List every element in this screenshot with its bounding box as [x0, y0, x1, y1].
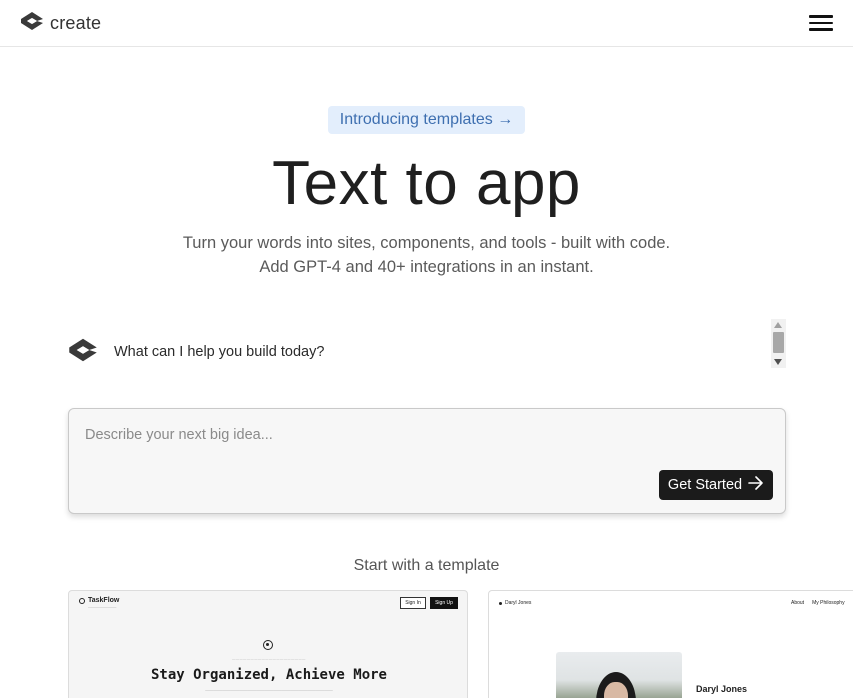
- brand-name: create: [50, 12, 102, 33]
- portfolio-logo-icon: [499, 601, 502, 605]
- assistant-prompt-text: What can I help you build today?: [114, 344, 325, 360]
- get-started-label: Get Started: [667, 477, 743, 493]
- hero-subtitle: Turn your words into sites, components, …: [0, 231, 853, 279]
- taskflow-sign-in-button: Sign In: [400, 597, 426, 609]
- scroll-up-arrow-icon[interactable]: [774, 322, 782, 328]
- target-icon: [263, 640, 273, 650]
- page-title: Text to app: [272, 149, 581, 218]
- templates-heading: Start with a template: [353, 557, 500, 574]
- create-logo-icon: [68, 337, 98, 368]
- portfolio-photo: [556, 652, 682, 698]
- get-started-button[interactable]: Get Started: [659, 470, 773, 500]
- arrow-right-icon: [748, 476, 764, 494]
- portfolio-person-name: Daryl Jones: [696, 684, 748, 694]
- portfolio-site-name: Daryl Jones: [499, 600, 531, 606]
- portfolio-nav-philosophy: My Philosophy: [812, 600, 845, 606]
- taskflow-eyebrow-placeholder: ────────────────────: [232, 657, 306, 662]
- template-card-portfolio[interactable]: Daryl Jones About My Philosophy Daryl Jo…: [488, 590, 853, 698]
- assistant-message: What can I help you build today?: [68, 338, 324, 366]
- scrollbar-thumb[interactable]: [773, 332, 784, 353]
- hero-subtitle-line-1: Turn your words into sites, components, …: [182, 234, 671, 252]
- taskflow-app-name: TaskFlow: [88, 597, 120, 604]
- top-navigation-bar: create: [0, 0, 853, 47]
- taskflow-description-placeholder: ──────────────────────────────: [205, 688, 333, 694]
- template-card-taskflow[interactable]: TaskFlow ────────── Sign In Sign Up ────…: [68, 590, 468, 698]
- hero-subtitle-line-2: Add GPT-4 and 40+ integrations in an ins…: [259, 258, 594, 276]
- idea-input-box: Get Started: [68, 408, 786, 514]
- hamburger-menu-icon[interactable]: [809, 12, 833, 34]
- taskflow-headline: Stay Organized, Achieve More: [150, 667, 387, 683]
- introducing-templates-link[interactable]: Introducing templates →: [328, 106, 525, 134]
- scroll-down-arrow-icon[interactable]: [774, 359, 782, 365]
- portfolio-site-name-text: Daryl Jones: [505, 600, 532, 606]
- create-logo-icon: [20, 11, 44, 36]
- portfolio-nav-about: About: [791, 600, 805, 606]
- taskflow-tagline-placeholder: ──────────: [88, 605, 117, 610]
- chat-scrollbar[interactable]: [771, 319, 786, 368]
- idea-input[interactable]: [85, 427, 765, 443]
- brand-logo[interactable]: create: [20, 11, 101, 35]
- taskflow-logo: TaskFlow: [79, 597, 119, 604]
- portfolio-nav: About My Philosophy: [791, 600, 845, 606]
- taskflow-sign-up-button: Sign Up: [430, 597, 458, 609]
- taskflow-logo-icon: [79, 597, 85, 604]
